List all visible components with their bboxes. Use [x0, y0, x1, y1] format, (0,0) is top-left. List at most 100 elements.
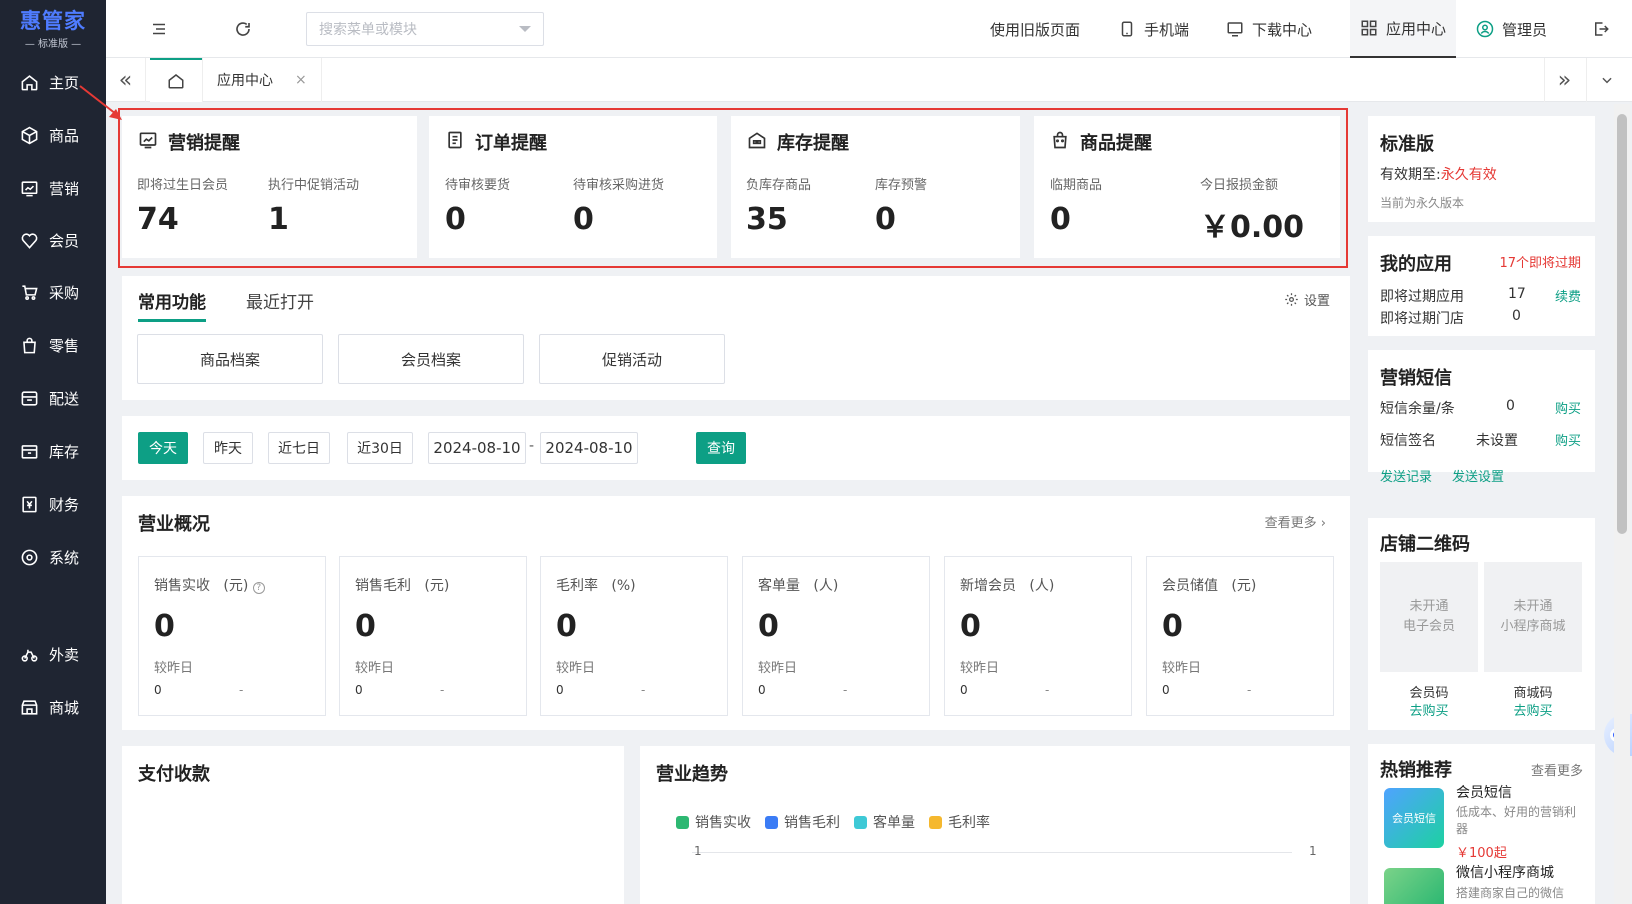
tab-common-functions[interactable]: 常用功能: [138, 288, 206, 322]
sidebar-item-retail[interactable]: 零售: [0, 327, 106, 363]
mall-code-label: 商城码: [1513, 686, 1553, 701]
sidebar-item-mall[interactable]: 商城: [0, 689, 106, 725]
member-qr-placeholder[interactable]: 未开通 电子会员: [1380, 562, 1478, 672]
kpi-card[interactable]: 销售实收 (元) ? 0 较昨日 0 -: [138, 556, 326, 716]
metric-value[interactable]: 1: [268, 202, 289, 237]
today-button[interactable]: 今天: [138, 432, 188, 464]
metric-value[interactable]: 0: [445, 202, 466, 237]
overview-more-link[interactable]: 查看更多 ›: [1265, 512, 1326, 531]
kpi-card[interactable]: 毛利率 (%) 0 较昨日 0 -: [540, 556, 728, 716]
admin-menu[interactable]: 管理员: [1476, 0, 1547, 58]
sms-buy-link[interactable]: 购买: [1555, 398, 1581, 417]
tab-home[interactable]: [150, 58, 202, 102]
legend-item[interactable]: 销售实收: [676, 812, 751, 832]
sidebar-item-takeout[interactable]: 外卖: [0, 636, 106, 672]
sidebar-item-inventory[interactable]: 库存: [0, 433, 106, 469]
metric-value[interactable]: 35: [746, 202, 788, 237]
promotion-button[interactable]: 促销活动: [539, 334, 725, 384]
kpi-delta: -: [440, 683, 445, 697]
kpi-card[interactable]: 销售毛利 (元) 0 较昨日 0 -: [339, 556, 527, 716]
download-center-link[interactable]: 下载中心: [1226, 0, 1312, 58]
kpi-unit: (元): [424, 578, 450, 594]
renew-link[interactable]: 续费: [1555, 286, 1581, 305]
qr-status: 未开通: [1409, 599, 1449, 614]
sidebar-item-member[interactable]: 会员: [0, 222, 106, 258]
legend-item[interactable]: 毛利率: [929, 812, 990, 832]
logout-button[interactable]: [1586, 14, 1616, 44]
send-records-link[interactable]: 发送记录: [1380, 466, 1432, 485]
logout-icon: [1595, 22, 1609, 36]
menu-toggle-button[interactable]: [144, 14, 174, 44]
tab-scroll-left-button[interactable]: «: [106, 58, 146, 102]
sidebar-item-label: 商城: [49, 698, 80, 717]
tab-app-center[interactable]: 应用中心 ×: [202, 58, 322, 102]
last-7-days-button[interactable]: 近七日: [268, 432, 330, 464]
legend-item[interactable]: 销售毛利: [765, 812, 840, 832]
legend-swatch: [929, 815, 942, 829]
mall-product-thumbnail[interactable]: [1384, 868, 1444, 904]
sidebar-item-finance[interactable]: 财务: [0, 486, 106, 522]
kpi-card[interactable]: 新增会员 (人) 0 较昨日 0 -: [944, 556, 1132, 716]
sidebar-item-label: 商品: [49, 126, 80, 145]
warehouse-icon: [748, 132, 766, 149]
sidebar-item-label: 主页: [49, 73, 80, 92]
sidebar-item-system[interactable]: 系统: [0, 539, 106, 575]
tab-scroll-right-button[interactable]: »: [1544, 58, 1584, 102]
reminder-card-order: 订单提醒 待审核要货 0 待审核采购进货 0: [429, 116, 717, 258]
legend-label: 客单量: [873, 815, 915, 831]
yesterday-button[interactable]: 昨天: [203, 432, 253, 464]
metric-value[interactable]: ￥0.00: [1200, 202, 1304, 246]
hot-item-desc: 低成本、好用的营销利器: [1456, 805, 1577, 836]
tab-dropdown-button[interactable]: [1586, 58, 1626, 102]
tab-recently-opened[interactable]: 最近打开: [246, 288, 314, 313]
end-date-input[interactable]: 2024-08-10: [540, 432, 638, 464]
app-center-link[interactable]: 应用中心: [1350, 0, 1457, 58]
kpi-card[interactable]: 会员储值 (元) 0 较昨日 0 -: [1146, 556, 1334, 716]
sms-signature-label: 短信签名: [1380, 433, 1436, 449]
kpi-compare-value: 0: [758, 683, 766, 697]
hot-more-link[interactable]: 查看更多: [1531, 760, 1583, 779]
mall-qr-placeholder[interactable]: 未开通 小程序商城: [1484, 562, 1582, 672]
scrollbar-thumb[interactable]: [1617, 114, 1627, 534]
expiring-badge[interactable]: 17个即将过期: [1499, 252, 1581, 271]
last-30-days-button[interactable]: 近30日: [347, 432, 413, 464]
start-date-input[interactable]: 2024-08-10: [428, 432, 526, 464]
kpi-value: 0: [154, 609, 175, 644]
member-code-buy-link[interactable]: 去购买: [1380, 700, 1478, 719]
logo[interactable]: 惠管家 — 标准版 —: [0, 0, 106, 52]
send-settings-link[interactable]: 发送设置: [1452, 466, 1504, 485]
expiring-stores-value: 0: [1512, 308, 1521, 324]
hot-item-name[interactable]: 会员短信: [1456, 782, 1512, 802]
inventory-icon: [21, 444, 38, 459]
refresh-button[interactable]: [228, 14, 258, 44]
old-page-link[interactable]: 使用旧版页面: [990, 0, 1080, 58]
kpi-card[interactable]: 客单量 (人) 0 较昨日 0 -: [742, 556, 930, 716]
search-select[interactable]: 搜索菜单或模块: [306, 12, 544, 46]
metric-value[interactable]: 74: [137, 202, 179, 237]
metric-value[interactable]: 0: [875, 202, 896, 237]
question-circle-icon[interactable]: ?: [252, 582, 265, 594]
scrollbar-track[interactable]: [1614, 104, 1630, 904]
mall-code-buy-link[interactable]: 去购买: [1484, 700, 1582, 719]
goods-archive-button[interactable]: 商品档案: [137, 334, 323, 384]
hot-item-name[interactable]: 微信小程序商城: [1456, 862, 1554, 882]
member-archive-button[interactable]: 会员档案: [338, 334, 524, 384]
chart-icon: [139, 132, 157, 149]
functions-settings-button[interactable]: 设置: [1284, 290, 1330, 309]
close-icon[interactable]: ×: [295, 72, 307, 88]
metric-label: 即将过生日会员: [137, 178, 229, 193]
sidebar-item-delivery[interactable]: 配送: [0, 380, 106, 416]
legend-item[interactable]: 客单量: [854, 812, 915, 832]
sidebar-item-marketing[interactable]: 营销: [0, 170, 106, 206]
signature-buy-link[interactable]: 购买: [1555, 430, 1581, 449]
metric-value[interactable]: 0: [1050, 202, 1071, 237]
double-right-icon: »: [1557, 67, 1572, 93]
sidebar-item-purchase[interactable]: 采购: [0, 274, 106, 310]
sms-product-thumbnail[interactable]: 会员短信: [1384, 788, 1444, 848]
my-apps-title: 我的应用: [1380, 254, 1452, 275]
mobile-link[interactable]: 手机端: [1118, 0, 1189, 58]
query-button[interactable]: 查询: [696, 432, 746, 464]
legend-swatch: [676, 815, 689, 829]
metric-value[interactable]: 0: [573, 202, 594, 237]
expiring-stores-label: 即将过期门店: [1380, 311, 1464, 327]
